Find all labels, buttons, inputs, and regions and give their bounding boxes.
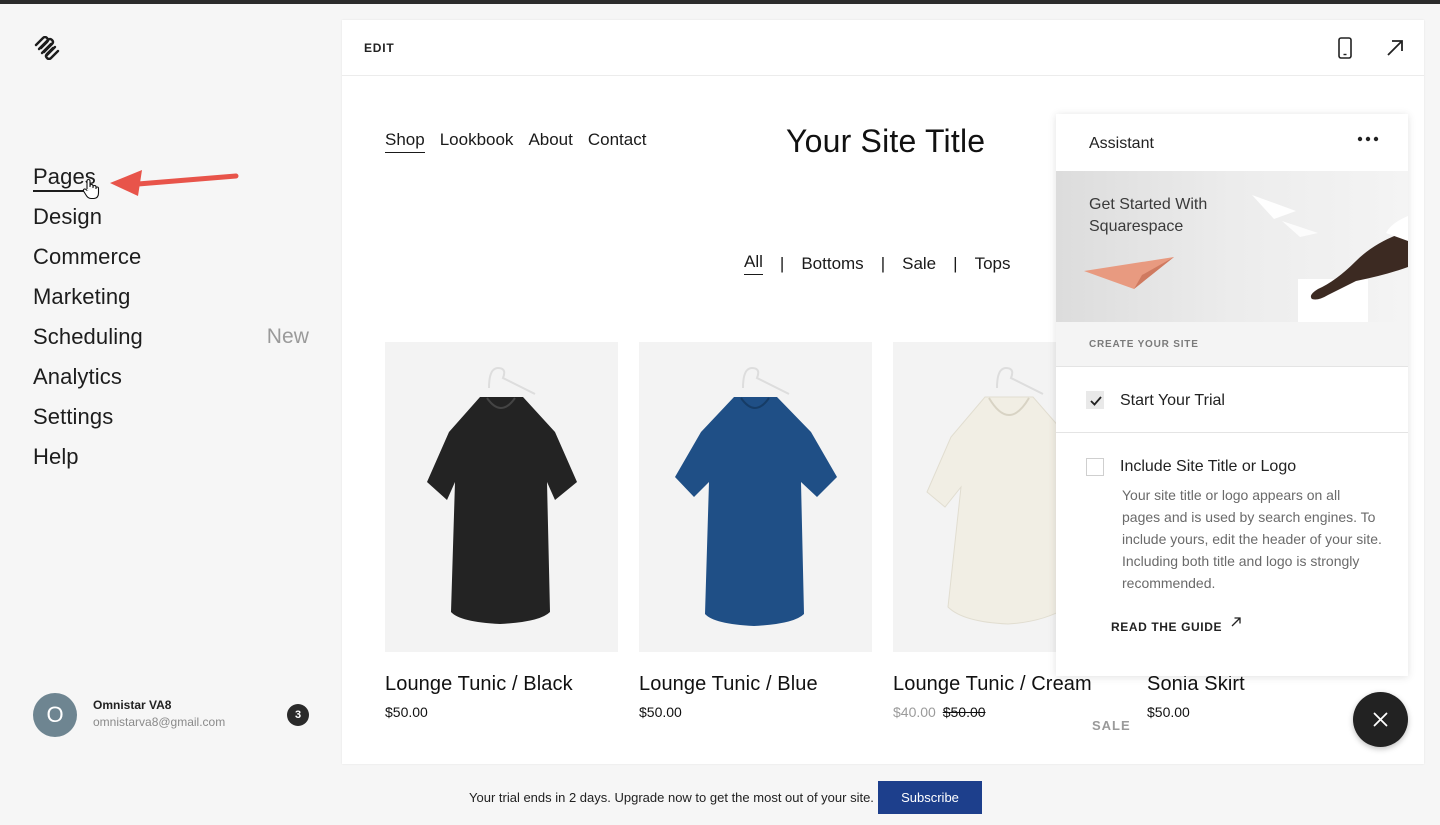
- sidebar-item-label: Marketing: [33, 284, 131, 309]
- sidebar-nav: Pages Design Commerce Marketing Scheduli…: [33, 160, 313, 480]
- product-price: $50.00: [1147, 704, 1190, 720]
- more-options-icon[interactable]: [1357, 136, 1379, 142]
- product-name[interactable]: Lounge Tunic / Cream: [893, 673, 1126, 696]
- tunic-shape: [427, 397, 577, 624]
- sidebar-item-label: Scheduling: [33, 324, 143, 349]
- product-name[interactable]: Sonia Skirt: [1147, 673, 1380, 696]
- task-checkbox[interactable]: [1086, 458, 1104, 476]
- task-description: Your site title or logo appears on all p…: [1122, 487, 1382, 591]
- sidebar-item-commerce[interactable]: Commerce: [33, 240, 313, 280]
- task-include-title-logo[interactable]: Include Site Title or Logo: [1120, 458, 1296, 476]
- squarespace-logo-icon[interactable]: [33, 36, 61, 60]
- close-icon: [1373, 712, 1388, 727]
- user-name: Omnistar VA8: [93, 698, 172, 712]
- read-the-guide-link[interactable]: READ THE GUIDE: [1111, 617, 1241, 634]
- assistant-panel: Assistant Get Started With Squarespace C…: [1056, 114, 1408, 676]
- filter-sale[interactable]: Sale: [902, 254, 936, 274]
- mobile-view-icon[interactable]: [1338, 37, 1352, 59]
- task-start-trial[interactable]: Start Your Trial: [1056, 366, 1408, 433]
- subscribe-button[interactable]: Subscribe: [878, 781, 982, 814]
- original-price: $50.00: [942, 704, 986, 720]
- sidebar-item-settings[interactable]: Settings: [33, 400, 313, 440]
- paper-plane-icon: [1252, 195, 1318, 237]
- paper-plane-icon: [1084, 257, 1174, 289]
- product-price: $50.00: [639, 704, 682, 720]
- assistant-header: Assistant: [1056, 114, 1408, 171]
- filter-separator: |: [779, 253, 785, 273]
- user-email: omnistarva8@gmail.com: [93, 715, 226, 729]
- product-name[interactable]: Lounge Tunic / Blue: [639, 673, 872, 696]
- product-card[interactable]: Lounge Tunic / Black $50.00: [385, 342, 618, 720]
- filter-tops[interactable]: Tops: [975, 254, 1011, 274]
- site-navigation: Shop Lookbook About Contact: [385, 130, 646, 153]
- edit-button[interactable]: EDIT: [364, 41, 395, 55]
- sidebar-item-label: Analytics: [33, 364, 122, 389]
- open-external-icon[interactable]: [1386, 39, 1404, 57]
- filter-bottoms[interactable]: Bottoms: [801, 254, 863, 274]
- filter-all[interactable]: All: [744, 252, 763, 275]
- assistant-title: Assistant: [1089, 135, 1154, 152]
- external-link-icon: [1231, 617, 1241, 627]
- sidebar-item-help[interactable]: Help: [33, 440, 313, 480]
- product-image[interactable]: [385, 342, 618, 652]
- hand-cursor-icon: [82, 178, 100, 200]
- account-menu[interactable]: O Omnistar VA8 omnistarva8@gmail.com 3: [33, 693, 313, 737]
- product-name[interactable]: Lounge Tunic / Black: [385, 673, 618, 696]
- sidebar-item-design[interactable]: Design: [33, 200, 313, 240]
- window-top-bar: [0, 0, 1440, 4]
- sidebar-item-scheduling[interactable]: Scheduling New: [33, 320, 313, 360]
- annotation-arrow-icon: [110, 170, 239, 196]
- notification-count-badge[interactable]: 3: [287, 704, 309, 726]
- tunic-shape: [675, 397, 837, 626]
- avatar[interactable]: O: [33, 693, 77, 737]
- category-filters: All | Bottoms | Sale | Tops: [744, 252, 1010, 275]
- editor-toolbar: EDIT: [342, 20, 1424, 76]
- product-card[interactable]: Lounge Tunic / Blue $50.00: [639, 342, 872, 720]
- section-label: CREATE YOUR SITE: [1089, 339, 1199, 350]
- trial-notice: Your trial ends in 2 days. Upgrade now t…: [469, 790, 874, 805]
- sidebar-item-marketing[interactable]: Marketing: [33, 280, 313, 320]
- sidebar-item-analytics[interactable]: Analytics: [33, 360, 313, 400]
- site-nav-shop[interactable]: Shop: [385, 130, 425, 153]
- sidebar-item-label: Settings: [33, 404, 114, 429]
- product-image[interactable]: [639, 342, 872, 652]
- create-your-site-section: CREATE YOUR SITE: [1056, 322, 1408, 366]
- sidebar-item-label: Commerce: [33, 244, 142, 269]
- checkmark-icon: [1090, 396, 1102, 406]
- site-nav-lookbook[interactable]: Lookbook: [440, 130, 514, 153]
- site-nav-about[interactable]: About: [528, 130, 572, 153]
- site-nav-contact[interactable]: Contact: [588, 130, 647, 153]
- sale-tag: SALE: [1092, 718, 1131, 733]
- filter-separator: |: [880, 253, 886, 273]
- close-assistant-button[interactable]: [1353, 692, 1408, 747]
- product-price: $50.00: [385, 704, 428, 720]
- assistant-hero-image: Get Started With Squarespace: [1056, 171, 1408, 322]
- task-label: Start Your Trial: [1120, 392, 1225, 409]
- site-title[interactable]: Your Site Title: [786, 123, 985, 160]
- sidebar-item-label: Design: [33, 204, 103, 229]
- new-badge: New: [266, 325, 309, 348]
- filter-separator: |: [953, 253, 958, 273]
- link-label: READ THE GUIDE: [1111, 620, 1223, 634]
- sidebar-item-label: Help: [33, 444, 79, 469]
- sale-price: $40.00: [893, 704, 936, 720]
- task-checkbox[interactable]: [1086, 391, 1104, 409]
